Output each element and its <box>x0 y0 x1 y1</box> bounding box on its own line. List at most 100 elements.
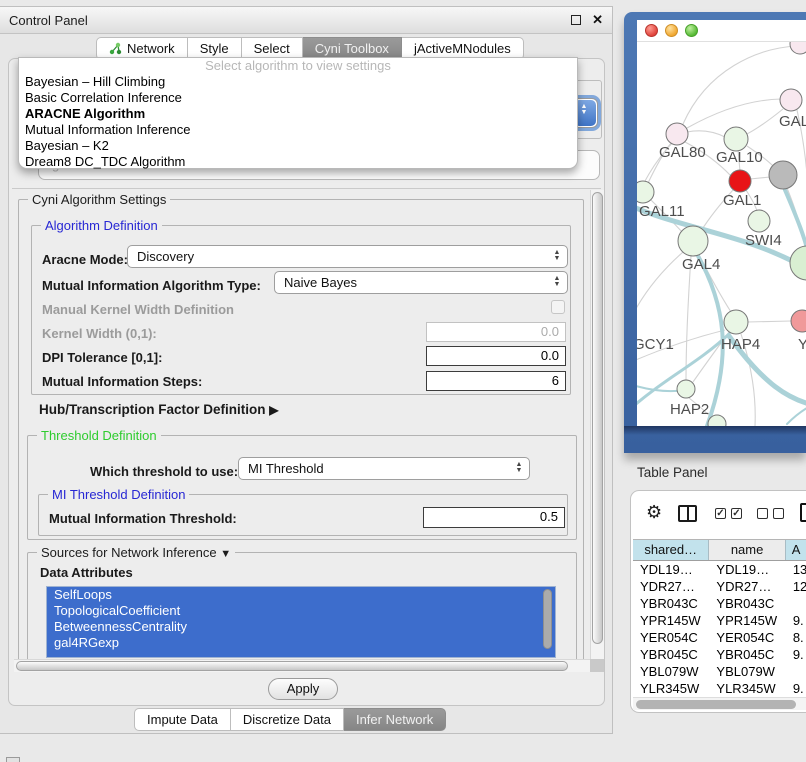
unchecked-checkbox-icon[interactable] <box>757 508 768 519</box>
threshold-definition-title: Threshold Definition <box>37 428 161 443</box>
table-row[interactable]: YER054CYER054C8. <box>633 629 806 646</box>
manual-kernel-width-checkbox[interactable] <box>551 300 565 314</box>
sources-group: Sources for Network Inference Data Attri… <box>27 552 577 665</box>
data-attributes-list[interactable]: SelfLoops TopologicalCoefficient Between… <box>46 586 556 658</box>
node-hap4[interactable] <box>724 310 748 334</box>
gear-icon[interactable] <box>646 502 662 523</box>
table-row[interactable]: YBR043CYBR043C <box>633 595 806 612</box>
node-label: GAL80 <box>659 144 706 161</box>
threshold-definition-group: Threshold Definition Which threshold to … <box>27 435 577 540</box>
tab-infer-network[interactable]: Infer Network <box>344 708 446 731</box>
column-header-clipped[interactable]: A <box>786 540 806 560</box>
mi-algorithm-type-combo[interactable]: Naive Bayes <box>274 271 568 294</box>
table-row[interactable]: YDL19…YDL19…13 <box>633 561 806 578</box>
table-row[interactable]: YLR345WYLR345W9. <box>633 680 806 697</box>
menu-item-bayesian-k2[interactable]: Bayesian – K2 <box>19 138 577 154</box>
table-header-row: shared… name A <box>633 539 806 561</box>
stepper-arrows-icon <box>553 276 561 288</box>
settings-horizontal-scrollbar[interactable] <box>14 659 590 672</box>
node[interactable] <box>790 246 806 280</box>
cell: YDR27… <box>709 578 785 595</box>
column-header-shared-name[interactable]: shared… <box>633 540 709 560</box>
cell <box>786 595 806 612</box>
algorithm-popup-prompt: Select algorithm to view settings <box>19 58 577 74</box>
menu-item-dream8[interactable]: Dream8 DC_TDC Algorithm <box>19 154 577 170</box>
list-item[interactable]: SelfLoops <box>47 587 555 603</box>
table-row[interactable]: YBL079WYBL079W <box>633 663 806 680</box>
tab-discretize-data[interactable]: Discretize Data <box>231 708 344 731</box>
panel-divider <box>12 188 601 189</box>
cyni-algorithm-settings-title: Cyni Algorithm Settings <box>28 192 170 207</box>
kernel-width-field[interactable]: 0.0 <box>426 322 566 342</box>
node-salmon[interactable] <box>791 310 806 332</box>
mi-steps-field[interactable]: 6 <box>426 371 566 391</box>
algorithm-definition-group: Algorithm Definition Aracne Mode: Discov… <box>31 225 571 395</box>
column-header-name[interactable]: name <box>709 540 785 560</box>
list-scrollbar-thumb[interactable] <box>543 589 552 649</box>
mi-threshold-field[interactable]: 0.5 <box>423 507 565 528</box>
close-icon[interactable] <box>592 12 603 28</box>
network-icon <box>109 42 122 55</box>
table-row[interactable]: YPR145WYPR145W9. <box>633 612 806 629</box>
minimize-traffic-light-icon[interactable] <box>665 24 678 37</box>
node-gray[interactable] <box>769 161 797 189</box>
cell: YBR045C <box>709 646 785 663</box>
list-item[interactable]: BetweennessCentrality <box>47 619 555 635</box>
node-swi4[interactable] <box>748 210 770 232</box>
table-panel: shared… name A YDL19…YDL19…13 YDR27…YDR2… <box>630 490 806 713</box>
dpi-tolerance-field[interactable]: 0.0 <box>426 346 566 366</box>
list-item[interactable]: gal4RGexp <box>47 635 555 651</box>
cell: YDL19… <box>633 561 709 578</box>
node[interactable] <box>790 42 806 54</box>
hub-transcription-expander[interactable]: Hub/Transcription Factor Definition <box>39 402 279 417</box>
cell: YBL079W <box>633 663 709 680</box>
control-panel-titlebar: Control Panel <box>0 7 612 34</box>
table-row[interactable]: YDR27…YDR27…12 <box>633 578 806 595</box>
network-canvas[interactable]: GAL GAL80 GAL10 GAL1 GAL11 SWI4 GAL4 GCY… <box>637 42 806 426</box>
which-threshold-combo[interactable]: MI Threshold <box>238 457 530 480</box>
close-traffic-light-icon[interactable] <box>645 24 658 37</box>
menu-item-basic-correlation[interactable]: Basic Correlation Inference <box>19 90 577 106</box>
node-gal10[interactable] <box>724 127 748 151</box>
menu-item-aracne[interactable]: ARACNE Algorithm <box>19 106 577 122</box>
apply-button[interactable]: Apply <box>268 678 338 700</box>
minimized-panel-icon[interactable] <box>6 757 20 762</box>
checked-checkbox-icon[interactable] <box>715 508 726 519</box>
node-gal80[interactable] <box>666 123 688 145</box>
node-gal[interactable] <box>780 89 802 111</box>
cell: YPR145W <box>633 612 709 629</box>
document-icon[interactable] <box>800 503 806 522</box>
control-panel-title: Control Panel <box>9 13 88 28</box>
tab-impute-data[interactable]: Impute Data <box>134 708 231 731</box>
node-hap2[interactable] <box>677 380 695 398</box>
mi-threshold-definition-group: MI Threshold Definition Mutual Informati… <box>38 494 568 536</box>
node-gal11[interactable] <box>637 181 654 203</box>
sources-title: Sources for Network Inference <box>41 545 217 560</box>
unchecked-checkbox-icon[interactable] <box>773 508 784 519</box>
table-scrollbar-thumb[interactable] <box>636 700 796 709</box>
cell: 8. <box>786 629 806 646</box>
stepper-arrows-icon <box>553 250 561 262</box>
node-gal1-selected[interactable] <box>729 170 751 192</box>
settings-vertical-scrollbar[interactable] <box>590 190 604 672</box>
which-threshold-label: Which threshold to use: <box>90 464 238 479</box>
checked-checkbox-icon[interactable] <box>731 508 742 519</box>
vertical-scrollbar-thumb[interactable] <box>592 192 603 644</box>
node-gal4[interactable] <box>678 226 708 256</box>
hub-transcription-label: Hub/Transcription Factor Definition <box>39 402 266 417</box>
horizontal-scrollbar-thumb[interactable] <box>16 661 568 671</box>
zoom-traffic-light-icon[interactable] <box>685 24 698 37</box>
algorithm-definition-title: Algorithm Definition <box>41 218 162 233</box>
tab-style-label: Style <box>200 38 229 59</box>
float-window-icon[interactable] <box>571 15 581 25</box>
split-pane-icon[interactable] <box>678 505 697 522</box>
table-toolbar <box>631 501 806 529</box>
table-row[interactable]: YBR045CYBR045C9. <box>633 646 806 663</box>
menu-item-mutual-information[interactable]: Mutual Information Inference <box>19 122 577 138</box>
list-item[interactable]: TopologicalCoefficient <box>47 603 555 619</box>
sources-expander[interactable]: Sources for Network Inference <box>37 545 235 560</box>
table-horizontal-scrollbar[interactable] <box>633 697 806 710</box>
aracne-mode-combo[interactable]: Discovery <box>127 245 568 268</box>
window-bottom-shadow <box>624 426 806 435</box>
menu-item-bayesian-hill-climbing[interactable]: Bayesian – Hill Climbing <box>19 74 577 90</box>
